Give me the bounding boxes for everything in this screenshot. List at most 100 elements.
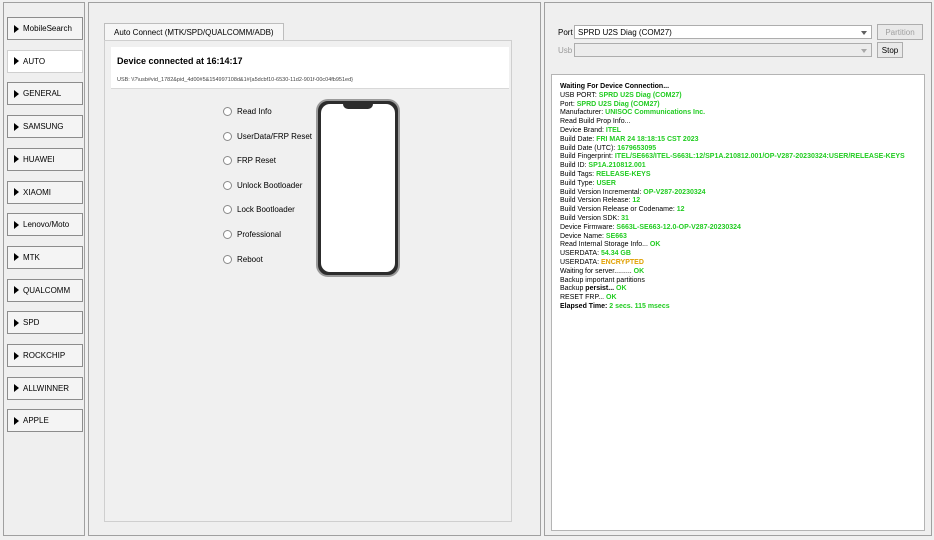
expand-arrow-icon <box>14 416 19 425</box>
log-value: 31 <box>621 214 629 222</box>
log-line: Waiting For Device Connection... <box>560 83 916 92</box>
radio-button[interactable] <box>223 131 232 141</box>
category-label: XIAOMI <box>23 187 52 197</box>
log-line: USB PORT: SPRD U2S Diag (COM27) <box>560 92 916 101</box>
option-label: Read Info <box>237 107 272 116</box>
log-key: Elapsed Time: <box>560 302 610 310</box>
category-label: SAMSUNG <box>23 122 64 132</box>
category-label: ROCKCHIP <box>23 351 66 360</box>
category-allwinner[interactable]: ALLWINNER <box>7 376 83 400</box>
category-label: MTK <box>23 252 40 262</box>
log-key: Build Version Release or Codename: <box>560 206 677 214</box>
log-line: RESET FRP... OK <box>560 294 916 303</box>
log-key: Backup <box>560 285 586 293</box>
log-value: OK <box>606 294 617 302</box>
category-auto[interactable]: AUTO <box>7 49 83 73</box>
log-key: USERDATA: <box>560 250 601 258</box>
log-key: USB PORT: <box>560 91 599 99</box>
log-value: OP-V287-20230324 <box>643 188 706 196</box>
category-lenovo-moto[interactable]: Lenovo/Moto <box>7 213 83 237</box>
usb-select[interactable] <box>574 43 872 57</box>
radio-button[interactable] <box>223 107 232 116</box>
tab-label: Auto Connect (MTK/SPD/QUALCOMM/ADB) <box>114 28 274 37</box>
radio-button[interactable] <box>223 230 232 239</box>
category-label: MobileSearch <box>23 24 72 33</box>
category-qualcomm[interactable]: QUALCOMM <box>7 278 83 302</box>
expand-arrow-icon <box>14 318 19 327</box>
log-value: 1679653095 <box>617 144 657 152</box>
log-key: Backup important partitions <box>560 276 645 284</box>
log-key: Build ID: <box>560 162 589 170</box>
category-rockchip[interactable]: ROCKCHIP <box>7 344 83 367</box>
log-value: 54.34 GB <box>600 250 631 258</box>
stop-button[interactable]: Stop <box>877 42 903 58</box>
log-panel: Port SPRD U2S Diag (COM27) Partition Usb… <box>544 2 932 536</box>
radio-button[interactable] <box>223 156 232 166</box>
log-key: Manufacturer: <box>560 109 606 117</box>
expand-arrow-icon <box>14 122 19 131</box>
radio-button[interactable] <box>223 205 232 215</box>
log-key: Build Date: <box>560 135 597 143</box>
usb-label: Usb <box>558 45 573 55</box>
option-label: FRP Reset <box>237 156 276 166</box>
phone-illustration <box>316 99 400 277</box>
tab-auto-connect[interactable]: Auto Connect (MTK/SPD/QUALCOMM/ADB) <box>104 23 284 41</box>
category-panel: MobileSearch AUTO GENERAL SAMSUNG HUAWEI XIAO… <box>3 2 85 536</box>
log-line: Read Build Prop Info... <box>560 118 916 127</box>
option-reboot[interactable]: Reboot <box>223 254 263 264</box>
log-line: Backup important partitions <box>560 277 916 286</box>
expand-arrow-icon <box>14 155 19 164</box>
log-line: Backup persist... OK <box>560 285 916 294</box>
log-key: Build Tags: <box>560 170 597 178</box>
log-output[interactable]: Waiting For Device Connection... USB PORT… <box>551 74 925 531</box>
radio-button[interactable] <box>223 180 232 190</box>
log-line: Device Brand: ITEL <box>560 127 916 136</box>
category-huawei[interactable]: HUAWEI <box>7 147 83 171</box>
log-value: UNISOC Communications Inc. <box>605 109 706 117</box>
log-value: SE663 <box>605 232 627 240</box>
log-value: ITEL/SE663/ITEL-S663L:12/SP1A.210812.001… <box>614 153 905 161</box>
log-key: Build Date (UTC): <box>560 144 618 152</box>
option-label: Unlock Bootloader <box>237 180 303 190</box>
category-label: GENERAL <box>23 89 62 99</box>
log-line: Device Name: SE663 <box>560 233 916 242</box>
log-mid: persist... <box>585 285 617 293</box>
log-line: Build Version Incremental: OP-V287-20230… <box>560 189 916 198</box>
log-value: USER <box>596 179 616 187</box>
partition-button[interactable]: Partition <box>877 24 923 40</box>
log-value: ITEL <box>605 126 622 134</box>
expand-arrow-icon <box>14 57 19 66</box>
log-line: Build Fingerprint: ITEL/SE663/ITEL-S663L… <box>560 153 916 162</box>
log-line: Build Date (UTC): 1679653095 <box>560 145 916 154</box>
category-samsung[interactable]: SAMSUNG <box>7 115 83 139</box>
tab-content: Device connected at 16:14:17 USB: \\?\us… <box>104 40 512 522</box>
category-mtk[interactable]: MTK <box>7 245 83 269</box>
option-frp-reset[interactable]: FRP Reset <box>223 156 276 166</box>
expand-arrow-icon <box>14 253 19 262</box>
log-key: Device Brand: <box>560 126 606 134</box>
category-spd[interactable]: SPD <box>7 311 83 335</box>
option-label: Professional <box>237 230 282 239</box>
log-value: SPRD U2S Diag (COM27) <box>598 91 682 99</box>
log-value: S663L-SE663-12.0-OP-V287-20230324 <box>616 223 741 231</box>
log-key: Build Fingerprint: <box>560 153 615 161</box>
category-xiaomi[interactable]: XIAOMI <box>7 180 83 204</box>
category-mobilesearch[interactable]: MobileSearch <box>7 17 83 40</box>
log-key: RESET FRP... <box>560 294 607 302</box>
chevron-down-icon <box>861 31 867 35</box>
option-professional[interactable]: Professional <box>223 230 281 239</box>
category-general[interactable]: GENERAL <box>7 82 83 106</box>
option-read-info[interactable]: Read Info <box>223 107 272 116</box>
option-userdata-frp-reset[interactable]: UserData/FRP Reset <box>223 131 312 141</box>
port-select[interactable]: SPRD U2S Diag (COM27) <box>574 25 872 39</box>
category-label: APPLE <box>23 416 49 426</box>
category-label: AUTO <box>23 56 46 66</box>
log-key: Device Firmware: <box>560 223 617 231</box>
chevron-down-icon <box>861 49 867 53</box>
radio-button[interactable] <box>223 254 232 264</box>
option-unlock-bootloader[interactable]: Unlock Bootloader <box>223 180 303 190</box>
option-label: Lock Bootloader <box>237 205 295 215</box>
category-apple[interactable]: APPLE <box>7 409 83 433</box>
log-key: USERDATA: <box>560 258 601 266</box>
option-lock-bootloader[interactable]: Lock Bootloader <box>223 205 295 215</box>
